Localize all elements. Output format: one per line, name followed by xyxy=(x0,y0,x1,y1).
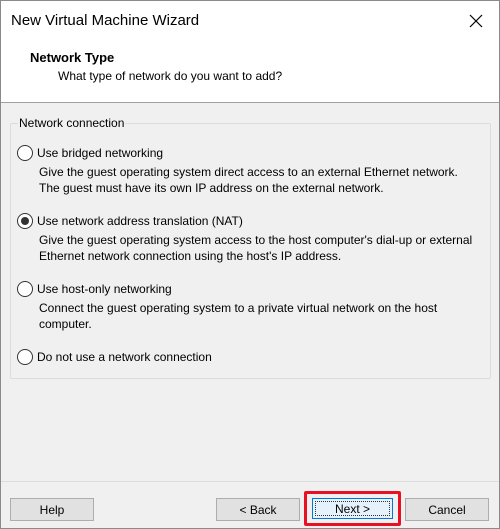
radio-nat-row[interactable]: Use network address translation (NAT) xyxy=(17,212,479,230)
radio-nat[interactable] xyxy=(17,213,33,229)
host-only-description: Connect the guest operating system to a … xyxy=(39,301,438,331)
radio-none-row[interactable]: Do not use a network connection xyxy=(17,348,212,366)
radio-none-label[interactable]: Do not use a network connection xyxy=(37,350,212,364)
close-icon xyxy=(469,14,483,28)
bridged-description: Give the guest operating system direct a… xyxy=(39,165,458,195)
radio-host-only[interactable] xyxy=(17,281,33,297)
option-host-only: Use host-only networking Connect the gue… xyxy=(17,280,479,332)
window-title: New Virtual Machine Wizard xyxy=(11,12,200,29)
page-title: Network Type xyxy=(30,50,115,65)
option-bridged: Use bridged networking Give the guest op… xyxy=(17,144,479,196)
radio-none[interactable] xyxy=(17,349,33,365)
cancel-button[interactable]: Cancel xyxy=(405,498,489,521)
radio-host-only-row[interactable]: Use host-only networking xyxy=(17,280,479,298)
footer-divider xyxy=(1,481,499,482)
radio-bridged[interactable] xyxy=(17,145,33,161)
close-button[interactable] xyxy=(453,1,499,41)
radio-host-only-label[interactable]: Use host-only networking xyxy=(37,282,172,296)
option-nat: Use network address translation (NAT) Gi… xyxy=(17,212,479,264)
wizard-window: New Virtual Machine Wizard Network Type … xyxy=(0,0,500,529)
radio-nat-label[interactable]: Use network address translation (NAT) xyxy=(37,214,243,228)
title-bar: New Virtual Machine Wizard xyxy=(1,1,499,41)
help-button[interactable]: Help xyxy=(10,498,94,521)
radio-bridged-label[interactable]: Use bridged networking xyxy=(37,146,163,160)
page-subtitle: What type of network do you want to add? xyxy=(58,69,283,83)
next-button[interactable]: Next > xyxy=(312,498,393,519)
next-button-highlight: Next > xyxy=(304,491,401,526)
group-legend: Network connection xyxy=(18,116,126,130)
option-none: Do not use a network connection xyxy=(17,348,212,366)
radio-bridged-row[interactable]: Use bridged networking xyxy=(17,144,479,162)
wizard-header: Network Type What type of network do you… xyxy=(1,41,499,103)
nat-description: Give the guest operating system access t… xyxy=(39,233,473,263)
back-button[interactable]: < Back xyxy=(216,498,300,521)
